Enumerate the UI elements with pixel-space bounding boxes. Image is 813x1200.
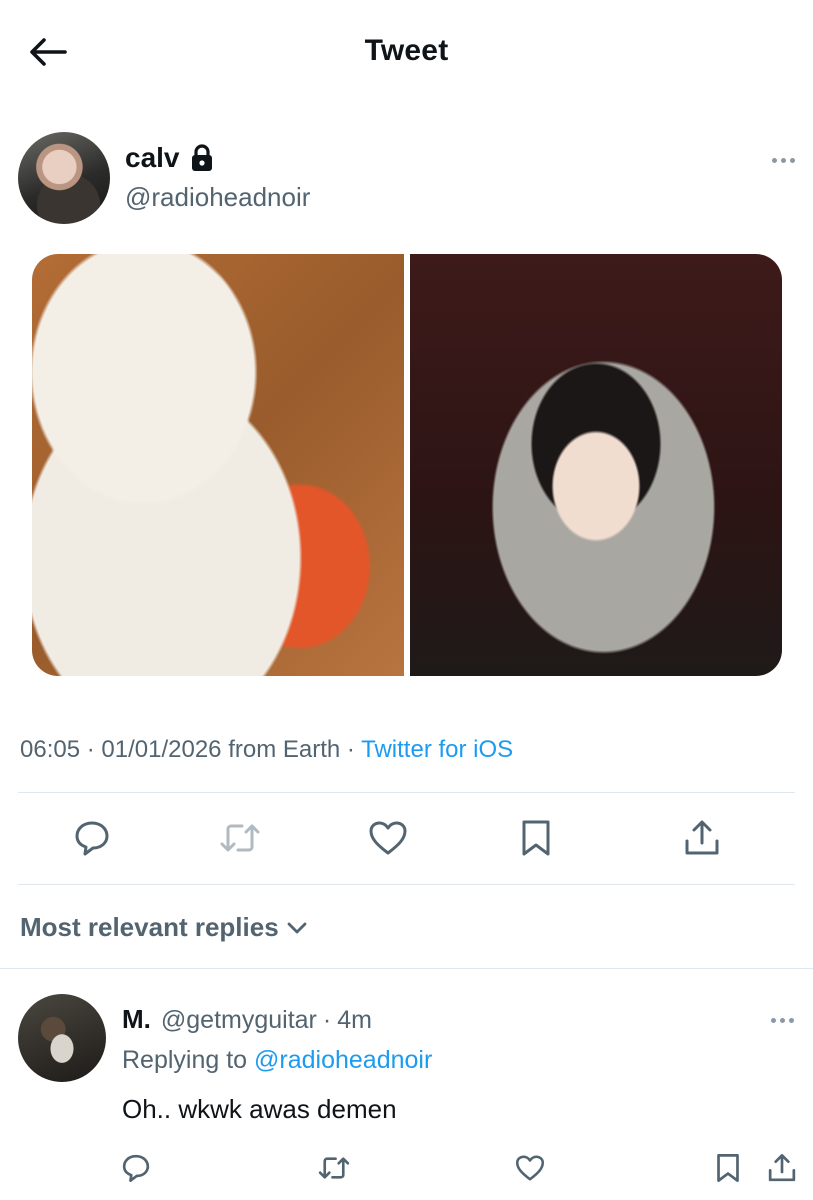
reply-like-button[interactable] [510, 1148, 550, 1188]
more-icon[interactable] [766, 1012, 798, 1028]
lock-icon [191, 144, 212, 171]
reply-retweet-button[interactable] [314, 1148, 354, 1188]
replying-to: Replying to @radioheadnoir [122, 1046, 432, 1075]
share-button[interactable] [672, 808, 732, 868]
share-icon [768, 1154, 796, 1182]
retweet-icon [318, 1157, 350, 1179]
more-icon[interactable] [766, 150, 800, 170]
reply-avatar[interactable] [18, 994, 106, 1082]
tweet-location: from Earth [228, 736, 341, 763]
author-avatar[interactable] [18, 132, 110, 224]
reply-icon [122, 1154, 150, 1182]
media-photo-food[interactable] [32, 254, 404, 676]
tweet-media [32, 254, 782, 676]
like-button[interactable] [358, 808, 418, 868]
bookmark-button[interactable] [506, 808, 566, 868]
tweet-meta: 06:05 · 01/01/2026 from Earth · Twitter … [20, 736, 513, 764]
reply-author-name[interactable]: M. [122, 1004, 151, 1035]
reply-header: M. @getmyguitar · 4m [122, 1004, 372, 1035]
reply-action-bar [0, 1148, 813, 1192]
page-title: Tweet [364, 34, 449, 67]
bookmark-icon [522, 820, 550, 856]
retweet-button[interactable] [210, 808, 270, 868]
meta-separator: · [346, 736, 355, 763]
author-name[interactable]: calv [125, 142, 180, 174]
media-photo-person[interactable] [410, 254, 782, 676]
replying-to-handle[interactable]: @radioheadnoir [254, 1046, 432, 1074]
reply-time: 4m [337, 1006, 372, 1034]
reply-button[interactable] [62, 808, 122, 868]
author-name-row: calv [125, 142, 214, 174]
replying-to-prefix: Replying to [122, 1046, 248, 1074]
retweet-icon [220, 824, 260, 852]
reply-separator: · [322, 1006, 332, 1034]
share-icon [685, 820, 719, 855]
reply-item[interactable]: M. @getmyguitar · 4m Replying to @radioh… [0, 990, 813, 1200]
author-handle[interactable]: @radioheadnoir [125, 182, 310, 213]
divider [18, 884, 795, 885]
divider [0, 968, 813, 969]
like-icon [515, 1155, 545, 1181]
reply-bookmark-button[interactable] [708, 1148, 748, 1188]
reply-icon [75, 821, 109, 856]
replies-sort-label: Most relevant replies [20, 912, 279, 942]
top-bar: Tweet [0, 0, 813, 104]
tweet-detail-screen: Tweet calv @radioheadnoir 06:05 · 01/01/… [0, 0, 813, 1200]
tweet-date: 01/01/2026 [101, 736, 222, 763]
reply-text: Oh.. wkwk awas demen [122, 1094, 397, 1124]
reply-author-handle[interactable]: @getmyguitar [161, 1006, 317, 1035]
meta-separator: · [86, 736, 95, 763]
reply-share-button[interactable] [762, 1148, 802, 1188]
chevron-down-icon [287, 922, 307, 933]
reply-reply-button[interactable] [116, 1148, 156, 1188]
tweet-source-link[interactable]: Twitter for iOS [361, 736, 513, 763]
tweet-author: calv @radioheadnoir [18, 130, 798, 226]
divider [18, 792, 795, 793]
tweet-time: 06:05 [20, 736, 81, 763]
bookmark-icon [717, 1154, 739, 1182]
like-icon [369, 821, 407, 855]
replies-sort-toggle[interactable]: Most relevant replies [20, 912, 307, 943]
tweet-action-bar [0, 808, 813, 874]
